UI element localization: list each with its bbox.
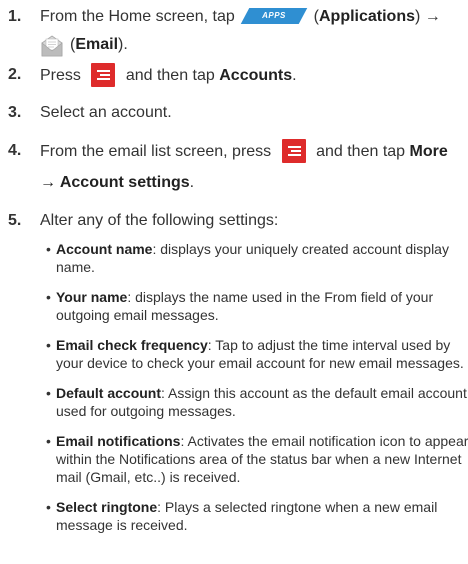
bullet-dot: •	[46, 433, 51, 449]
paren-close-arrow: ) →	[415, 8, 441, 25]
step-text: Alter any of the following settings:	[40, 212, 279, 229]
setting-term: Default account	[56, 385, 162, 401]
setting-desc: : Activates the email notification icon …	[180, 433, 468, 449]
bullet-dot: •	[46, 337, 51, 353]
bullet-dot: •	[46, 499, 51, 515]
step-text: From the email list screen, press and th…	[40, 139, 468, 164]
account-settings-label: → Account settings	[40, 174, 190, 191]
email-label: Email	[75, 36, 119, 53]
step-number: 5.	[8, 212, 22, 229]
setting-term: Your name	[56, 289, 128, 305]
setting-term: Email check frequency	[56, 337, 208, 353]
applications-label: Applications	[318, 8, 415, 25]
setting-desc: : Assign this account as the default ema…	[161, 385, 467, 401]
setting-desc: : Plays a selected ringtone when a new e…	[157, 499, 438, 515]
step-number: 2.	[8, 66, 22, 83]
bullet-dot: •	[46, 385, 51, 401]
apps-icon: APPS	[240, 7, 308, 24]
step-1-line-2-text: (Email).	[70, 34, 468, 56]
email-icon	[41, 35, 63, 57]
setting-desc: message is received.	[56, 517, 188, 533]
setting-desc: : displays your uniquely created account…	[152, 241, 449, 257]
apps-label: APPS	[262, 10, 287, 20]
step-text: Press and then tap Accounts.	[40, 63, 468, 88]
setting-desc: name.	[56, 259, 95, 275]
accounts-label: Accounts	[219, 67, 293, 85]
setting-term: Select ringtone	[56, 499, 158, 515]
setting-desc: within the Notifications area of the sta…	[56, 451, 462, 467]
step-4-pre: From the email list screen, press	[40, 143, 272, 161]
setting-desc: your device to check your email account …	[56, 355, 464, 371]
document-page: 1. From the Home screen, tap APPS (Appli…	[0, 0, 468, 564]
step-number: 3.	[8, 104, 22, 121]
setting-term: Account name	[56, 241, 153, 257]
step-number: 1.	[8, 8, 22, 25]
more-label: More	[409, 143, 448, 161]
setting-desc: used for outgoing messages.	[56, 403, 236, 419]
step-number: 4.	[8, 142, 22, 159]
step-text: Select an account.	[40, 104, 172, 121]
menu-key-icon	[281, 139, 306, 163]
period: .	[189, 174, 195, 191]
step-text: From the Home screen, tap APPS (Applicat…	[40, 6, 468, 28]
setting-term: Email notifications	[56, 433, 181, 449]
step-4-line-2-text: → Account settings.	[40, 172, 468, 194]
step-1-text: From the Home screen, tap	[40, 8, 235, 25]
setting-desc: : displays the name used in the From fie…	[127, 289, 434, 305]
step-4-post: and then tap	[316, 143, 406, 161]
setting-desc: outgoing email messages.	[56, 307, 219, 323]
setting-desc: : Tap to adjust the time interval used b…	[207, 337, 451, 353]
step-2-post: and then tap	[125, 67, 215, 85]
paren-close: ).	[118, 36, 128, 53]
menu-key-icon	[91, 63, 116, 87]
bullet-dot: •	[46, 241, 51, 257]
period: .	[292, 67, 297, 85]
step-2-pre: Press	[40, 67, 81, 85]
bullet-dot: •	[46, 289, 51, 305]
setting-desc: mail (Gmail, etc..) is received.	[56, 469, 241, 485]
